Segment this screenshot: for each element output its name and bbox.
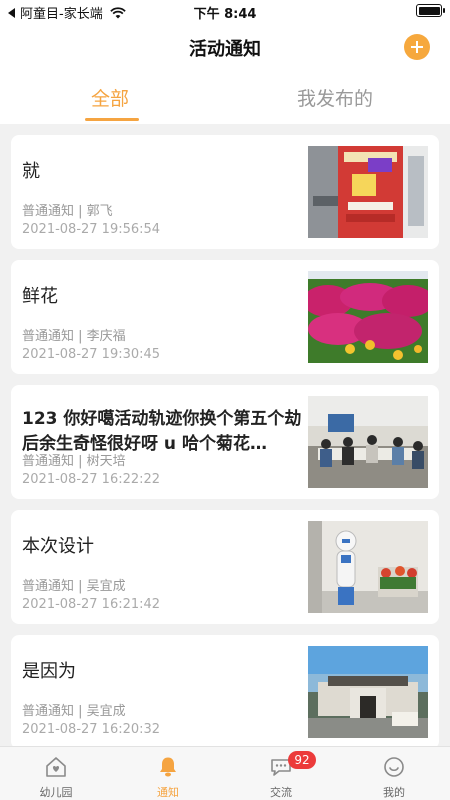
bell-icon	[160, 757, 176, 777]
tab-kindergarten[interactable]: 幼儿园	[0, 747, 112, 800]
status-time: 下午 8:44	[193, 7, 257, 22]
smile-face-icon	[384, 757, 404, 777]
tab-indicator	[85, 118, 139, 121]
tab-chat[interactable]: 92 交流	[225, 747, 337, 800]
notice-meta: 普通通知 | 李庆福	[22, 329, 126, 344]
notice-time: 2021-08-27 19:30:45	[22, 347, 161, 362]
notice-meta: 普通通知 | 郭飞	[22, 204, 113, 219]
notice-card[interactable]: 鲜花 普通通知 | 李庆福 2021-08-27 19:30:45	[11, 260, 439, 374]
status-bar: 阿童目-家长端 下午 8:44	[0, 0, 450, 24]
battery-icon	[416, 4, 445, 17]
notice-card[interactable]: 123 你好噶活动轨迹你换个第五个劫后余生奇怪很好呀 u 哈个菊花… 普通通知 …	[11, 385, 439, 499]
notice-thumbnail	[308, 146, 428, 238]
notice-time: 2021-08-27 16:20:32	[22, 722, 161, 737]
notice-title: 123 你好噶活动轨迹你换个第五个劫后余生奇怪很好呀 u 哈个菊花…	[22, 409, 302, 454]
notice-thumbnail	[308, 271, 428, 363]
notice-card[interactable]: 是因为 普通通知 | 吴宜成 2021-08-27 16:20:32	[11, 635, 439, 746]
notice-time: 2021-08-27 16:21:42	[22, 597, 161, 612]
plus-icon	[411, 41, 423, 53]
add-notice-button[interactable]	[404, 34, 430, 60]
tab-all[interactable]: 全部	[91, 84, 129, 111]
unread-badge: 92	[288, 751, 316, 769]
notice-title: 是因为	[22, 661, 76, 682]
notice-time: 2021-08-27 16:22:22	[22, 472, 161, 487]
notice-meta: 普通通知 | 吴宜成	[22, 579, 126, 594]
notice-time: 2021-08-27 19:56:54	[22, 222, 161, 237]
notice-thumbnail	[308, 646, 428, 738]
nav-bar: 活动通知	[0, 24, 450, 72]
bottom-tab-bar: 幼儿园 通知 92 交流 我的	[0, 746, 450, 800]
filter-tabs: 全部 我发布的	[0, 72, 450, 124]
tab-my-posts[interactable]: 我发布的	[297, 84, 373, 111]
notice-meta: 普通通知 | 吴宜成	[22, 704, 126, 719]
notice-title: 本次设计	[22, 536, 94, 557]
house-heart-icon	[46, 757, 66, 777]
notice-title: 就	[22, 161, 40, 182]
tab-label: 交流	[270, 786, 292, 799]
tab-notifications[interactable]: 通知	[112, 747, 224, 800]
notice-card[interactable]: 就 普通通知 | 郭飞 2021-08-27 19:56:54	[11, 135, 439, 249]
tab-profile[interactable]: 我的	[338, 747, 450, 800]
notice-card[interactable]: 本次设计 普通通知 | 吴宜成 2021-08-27 16:21:42	[11, 510, 439, 624]
tab-label: 我的	[383, 786, 405, 799]
notice-thumbnail	[308, 521, 428, 613]
tab-label: 通知	[157, 786, 179, 799]
notice-title: 鲜花	[22, 286, 58, 307]
notice-list[interactable]: 就 普通通知 | 郭飞 2021-08-27 19:56:54 鲜花 普通通知 …	[0, 124, 450, 746]
notice-thumbnail	[308, 396, 428, 488]
notice-meta: 普通通知 | 树天培	[22, 454, 126, 469]
page-title: 活动通知	[189, 39, 261, 60]
tab-label: 幼儿园	[39, 786, 73, 799]
